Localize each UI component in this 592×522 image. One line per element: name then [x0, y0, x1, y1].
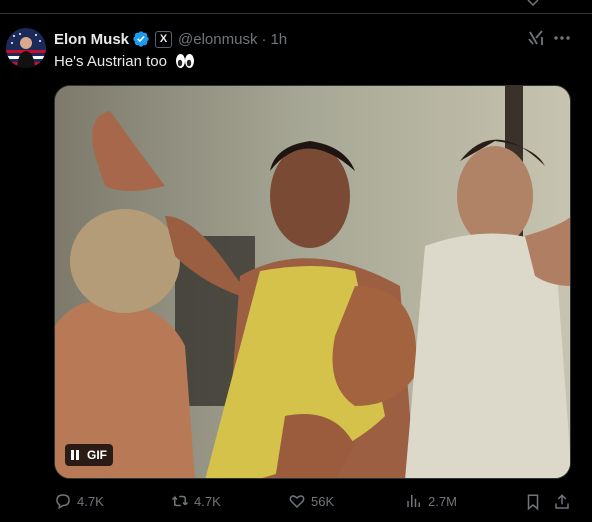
author-name[interactable]: Elon Musk — [54, 31, 129, 48]
avatar[interactable] — [6, 28, 46, 68]
separator-dot: · — [261, 30, 267, 48]
reply-count: 4.7K — [77, 493, 104, 509]
heart-icon — [289, 495, 305, 509]
timestamp[interactable]: 1h — [270, 31, 287, 48]
tweet-header: Elon Musk X @elonmusk · 1h — [54, 29, 287, 49]
verified-badge-icon[interactable] — [132, 30, 150, 48]
tweet-text: He's Austrian too — [54, 53, 167, 70]
action-bar: 4.7K 4.7K 56K 2.7M — [54, 492, 571, 512]
gif-media[interactable]: GIF — [54, 85, 571, 479]
repost-button[interactable]: 4.7K — [171, 492, 221, 510]
bookmark-icon[interactable] — [524, 493, 542, 511]
eyes-emoji-icon — [176, 54, 195, 68]
gif-label: GIF — [87, 448, 107, 462]
author-handle[interactable]: @elonmusk — [178, 31, 257, 48]
gif-badge[interactable]: GIF — [65, 444, 113, 466]
like-button[interactable]: 56K — [288, 492, 334, 510]
grok-icon[interactable] — [527, 29, 545, 47]
tweet-text-container: He's Austrian too — [54, 52, 195, 72]
repost-icon — [171, 495, 189, 507]
like-count: 56K — [311, 493, 335, 509]
top-divider — [0, 13, 592, 14]
pause-icon[interactable] — [71, 450, 79, 460]
gif-frame-image — [55, 86, 570, 478]
repost-count: 4.7K — [194, 493, 221, 509]
affiliation-badge[interactable]: X — [155, 30, 173, 48]
view-count: 2.7M — [428, 493, 457, 509]
share-icon[interactable] — [553, 493, 571, 511]
views-button[interactable]: 2.7M — [405, 492, 457, 510]
views-chart-icon — [407, 495, 420, 507]
reply-button[interactable]: 4.7K — [54, 492, 104, 510]
chevron-down-icon[interactable] — [527, 0, 539, 6]
more-options-icon[interactable] — [554, 36, 570, 40]
reply-icon — [56, 494, 70, 510]
